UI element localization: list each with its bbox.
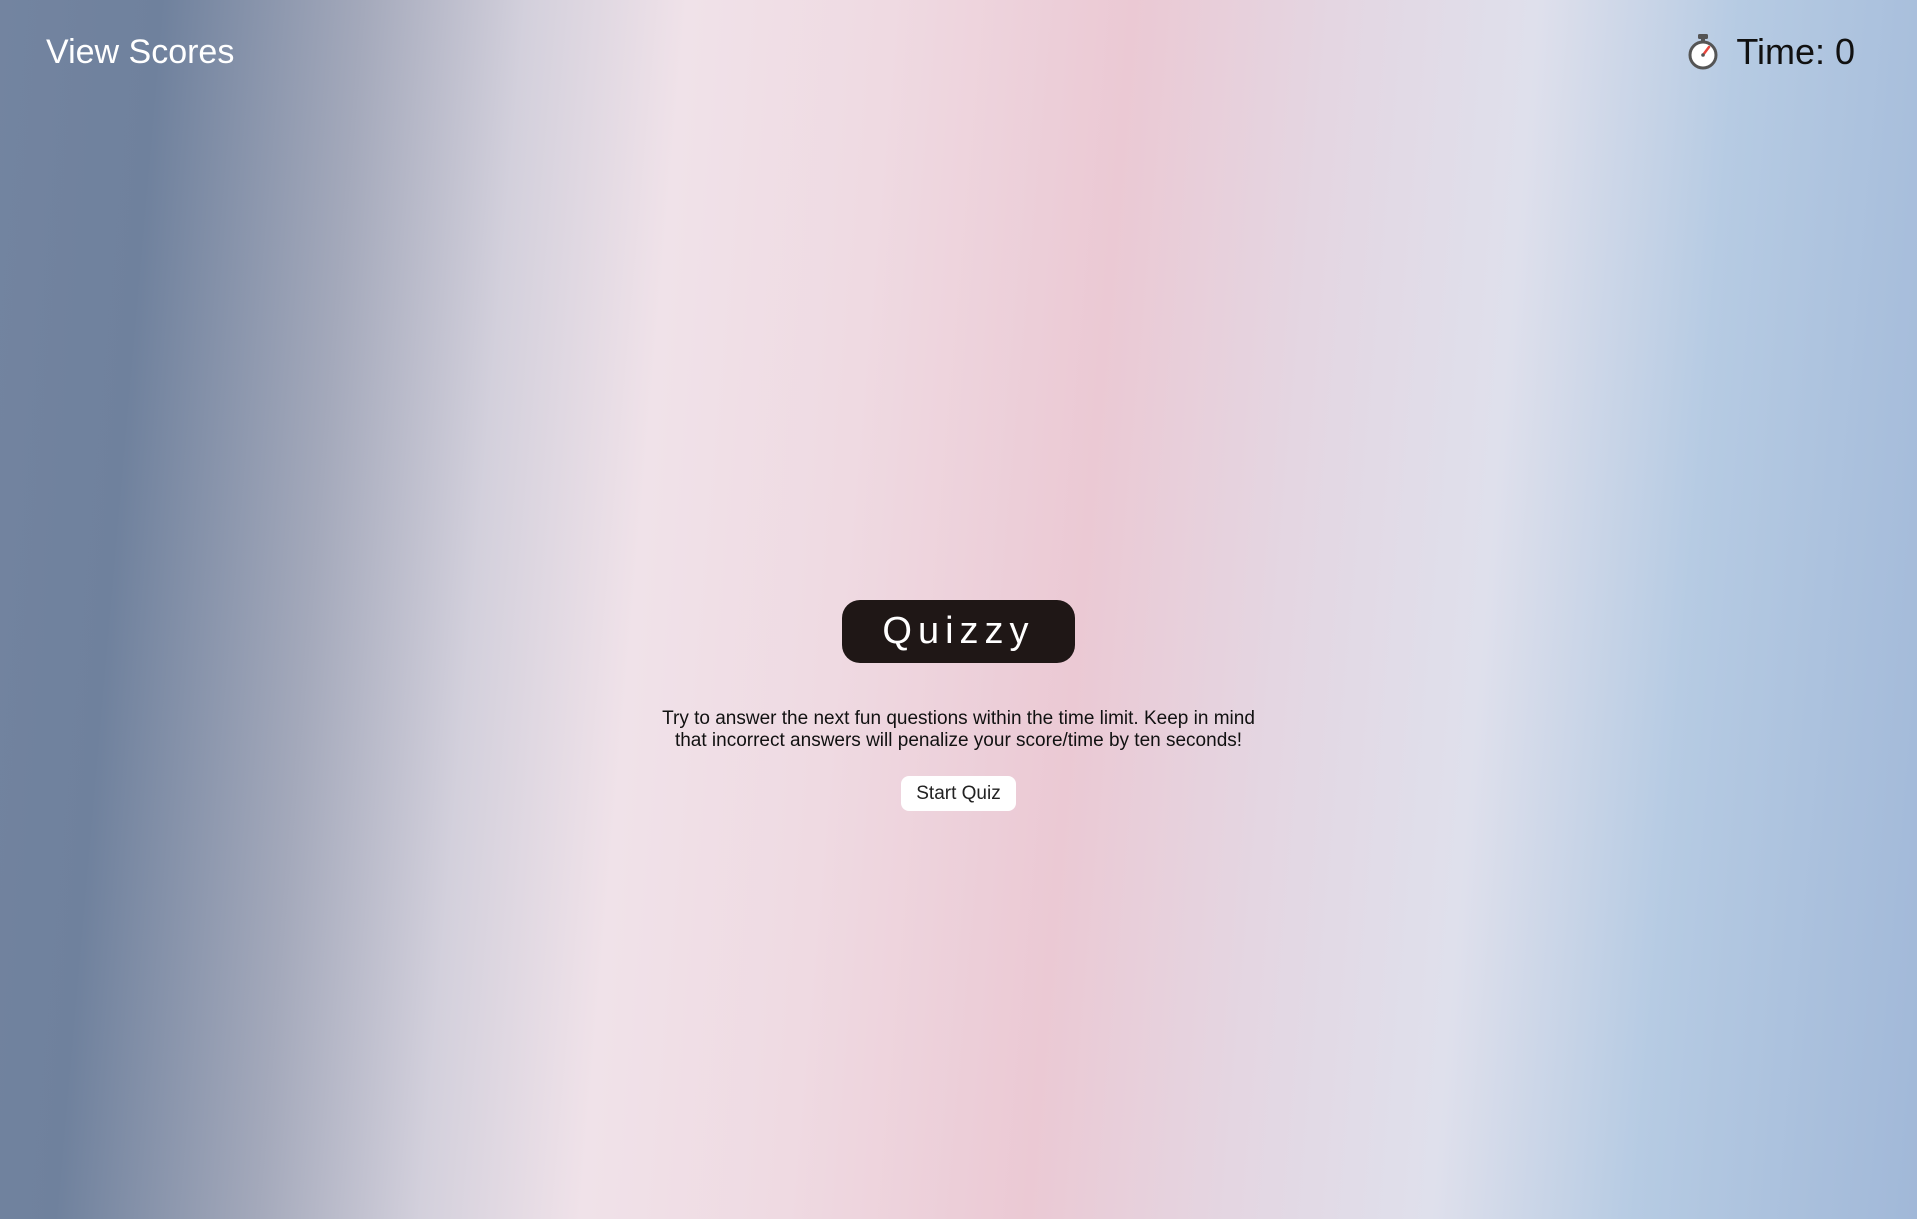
timer: Time: 0 (1686, 30, 1855, 74)
header: View Scores Time: 0 (0, 0, 1917, 105)
timer-label: Time: 0 (1736, 31, 1855, 72)
quiz-description: Try to answer the next fun questions wit… (662, 708, 1255, 751)
quiz-title: Quizzy (842, 600, 1075, 663)
start-screen: Quizzy Try to answer the next fun questi… (0, 600, 1917, 811)
start-quiz-button[interactable]: Start Quiz (901, 776, 1016, 811)
stopwatch-icon (1686, 33, 1720, 71)
view-scores-link[interactable]: View Scores (46, 30, 234, 74)
